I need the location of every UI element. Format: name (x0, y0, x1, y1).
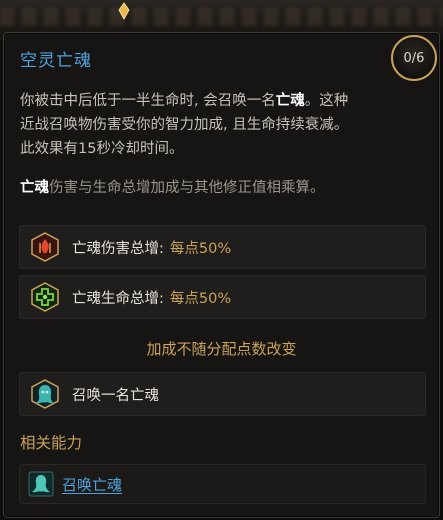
granted-effect-row: 召唤一名亡魂 (19, 372, 426, 416)
modifier-value: 每点50% (169, 290, 232, 307)
modifier-label: 亡魂生命总增: (72, 290, 164, 307)
desc-line1-pre: 你被击中后低于一半生命时, 会召唤一名 (20, 93, 276, 109)
flame-damage-icon (31, 232, 59, 262)
modifier-row-life: 亡魂生命总增: 每点50% (19, 275, 426, 319)
skill-tooltip: 空灵亡魂 0/6 你被击中后低于一半生命时, 会召唤一名亡魂。这种 近战召唤物伤… (3, 32, 440, 518)
tooltip-anchor-icon (117, 2, 131, 20)
rank-value: 0/6 (403, 50, 425, 66)
desc-line1-post: 。这种 (304, 93, 349, 109)
granted-effect-label: 召唤一名亡魂 (72, 387, 159, 404)
skill-title: 空灵亡魂 (20, 51, 92, 71)
desc-line3: 此效果有15秒冷却时间。 (20, 141, 184, 157)
related-ability-item[interactable]: 召唤亡魂 (19, 464, 426, 504)
skill-description: 你被击中后低于一半生命时, 会召唤一名亡魂。这种 近战召唤物伤害受你的智力加成,… (20, 89, 430, 161)
related-abilities-heading: 相关能力 (20, 434, 83, 452)
static-bonus-note: 加成不随分配点数改变 (146, 340, 297, 358)
related-ability-link[interactable]: 召唤亡魂 (62, 474, 122, 495)
modifier-label: 亡魂伤害总增: (72, 240, 164, 257)
desc-line2: 近战召唤物伤害受你的智力加成, 且生命持续衰减。 (20, 117, 349, 133)
multiplier-note: 亡魂伤害与生命总增加成与其他修正值相乘算。 (20, 177, 430, 199)
note-text: 伤害与生命总增加成与其他修正值相乘算。 (49, 180, 325, 196)
life-cross-icon (31, 282, 59, 312)
rank-badge: 0/6 (391, 35, 437, 81)
modifier-value: 每点50% (169, 240, 232, 257)
wraith-skill-icon (28, 471, 54, 497)
modifier-row-damage: 亡魂伤害总增: 每点50% (19, 225, 426, 269)
wraith-summon-icon (31, 379, 59, 409)
note-keyword: 亡魂 (20, 180, 49, 196)
desc-keyword: 亡魂 (275, 93, 305, 109)
